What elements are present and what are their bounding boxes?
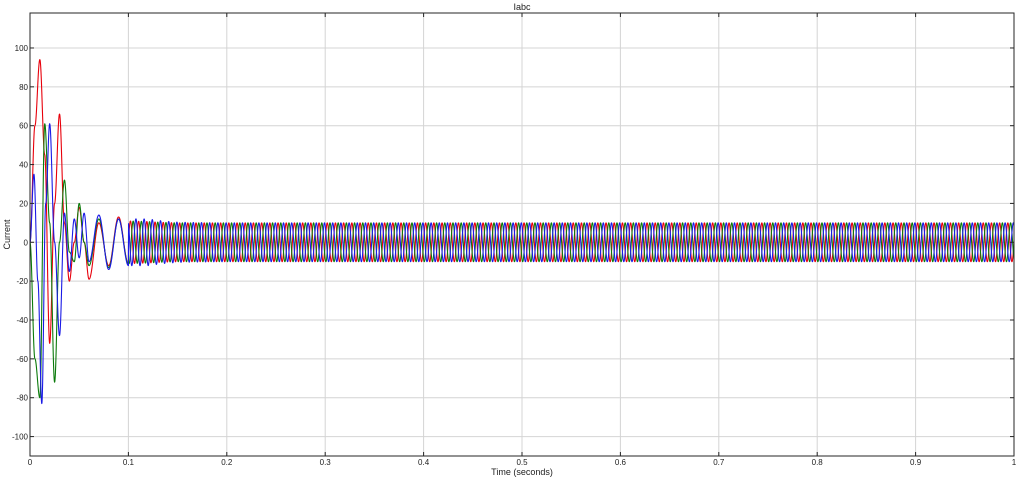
y-tick-label: 60: [19, 122, 28, 131]
x-tick-label: 0.4: [418, 458, 430, 467]
x-tick-label: 1: [1012, 458, 1017, 467]
y-axis-label: Current: [2, 219, 12, 250]
y-tick-label: 100: [15, 44, 29, 53]
y-tick-label: -60: [16, 355, 28, 364]
y-tick-label: 0: [24, 238, 29, 247]
y-tick-label: -80: [16, 394, 28, 403]
x-tick-label: 0.2: [221, 458, 233, 467]
y-tick-label: -40: [16, 316, 28, 325]
y-tick-label: 40: [19, 161, 28, 170]
x-axis-label: Time (seconds): [491, 467, 553, 477]
y-tick-label: 20: [19, 199, 28, 208]
x-tick-label: 0.6: [615, 458, 627, 467]
x-tick-label: 0.7: [713, 458, 725, 467]
chart: 0 0.1 0.2 0.3 0.4 0.5 0.6 0.7 0.8 0.9 1 -100 -80 -60 -…: [2, 2, 1017, 477]
x-tick-label: 0.3: [320, 458, 332, 467]
x-tick-label: 0: [28, 458, 33, 467]
y-tick-label: -100: [12, 433, 29, 442]
x-tick-label: 0.1: [123, 458, 135, 467]
x-tick-label: 0.5: [516, 458, 528, 467]
x-tick-label: 0.9: [910, 458, 922, 467]
y-tick-label: 80: [19, 83, 28, 92]
chart-title: Iabc: [513, 2, 531, 12]
x-tick-label: 0.8: [812, 458, 824, 467]
y-tick-label: -20: [16, 277, 28, 286]
